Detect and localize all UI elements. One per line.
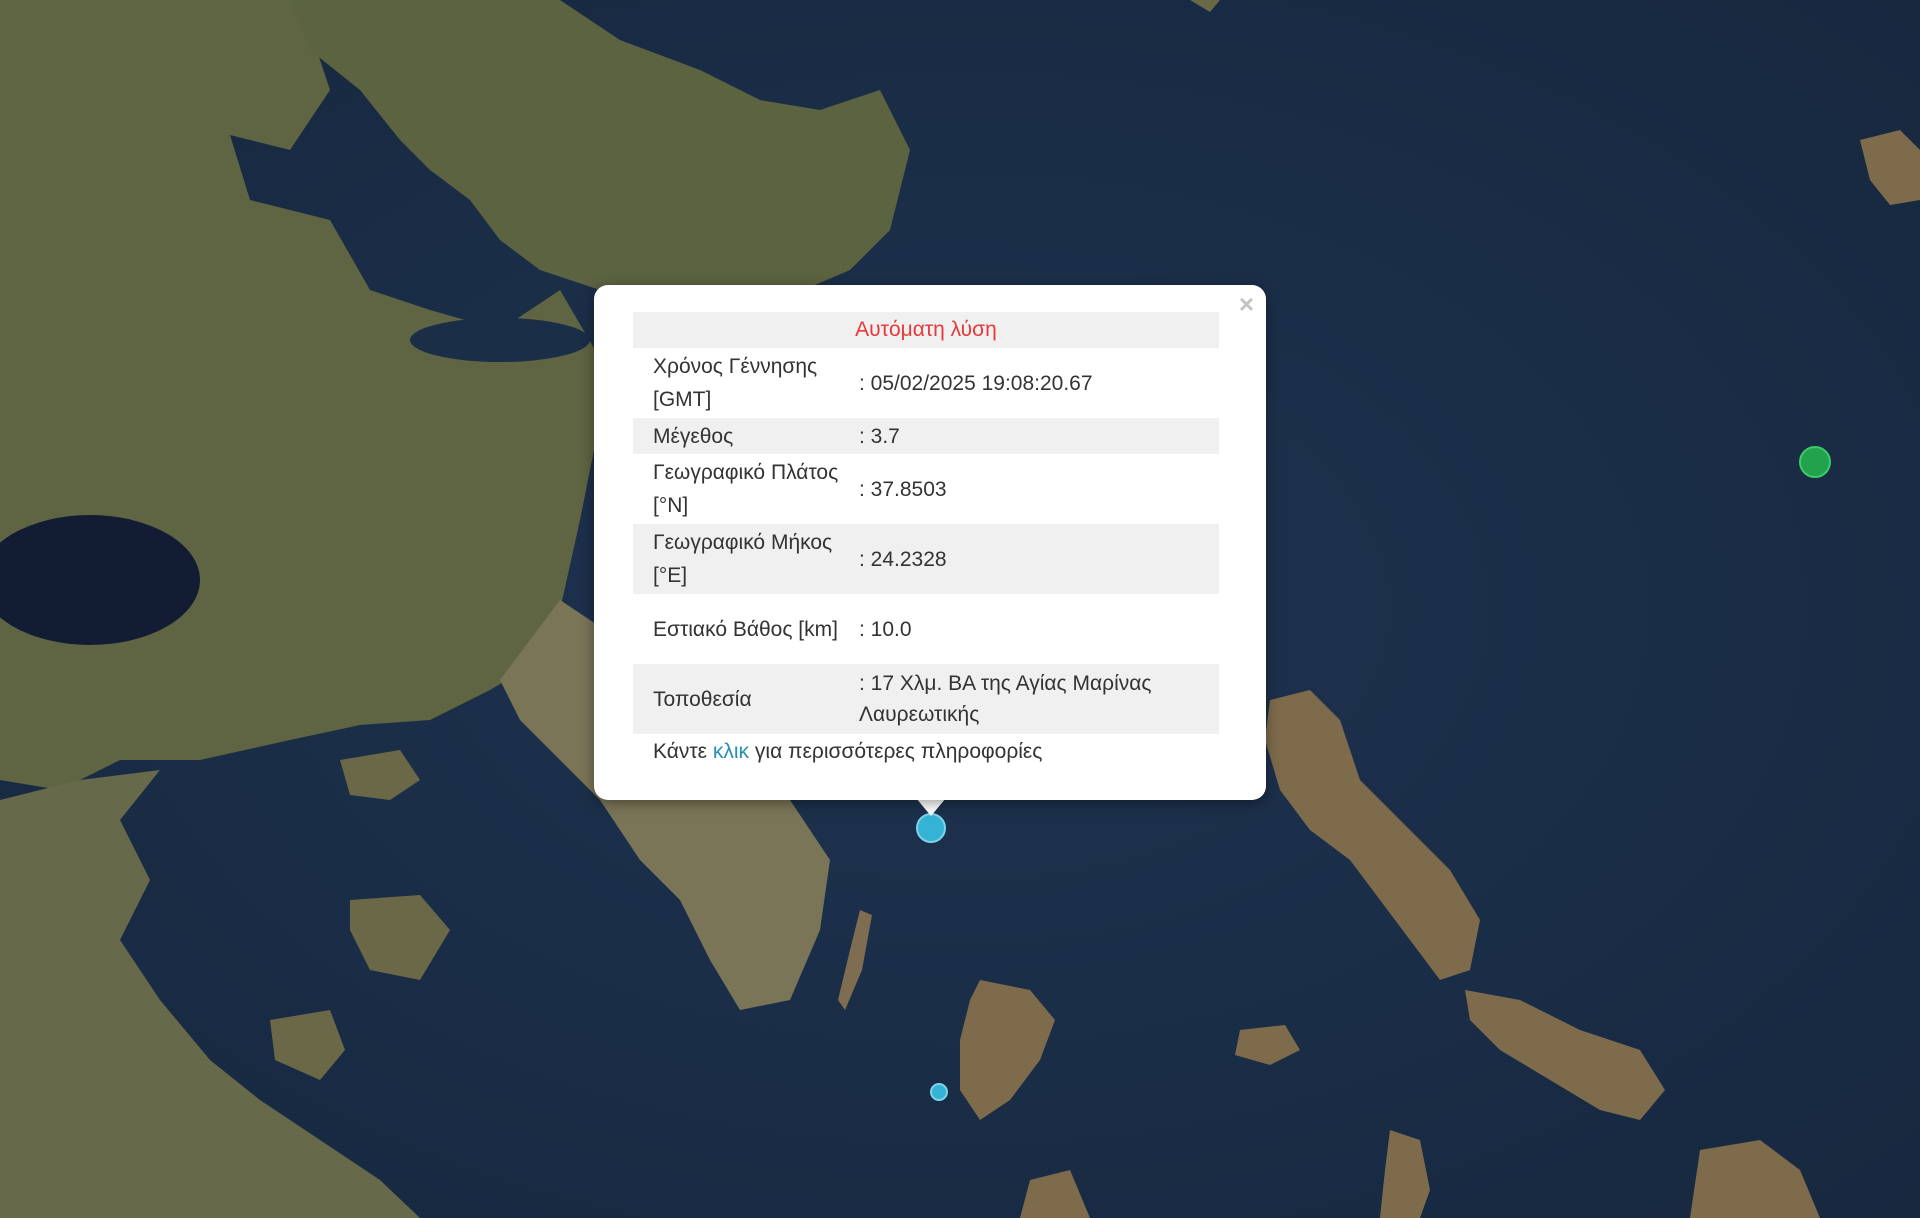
popup-content: Αυτόματη λύση Χρόνος Γέννησης [GMT] : 05… xyxy=(633,312,1219,770)
popup-title: Αυτόματη λύση xyxy=(633,312,1219,348)
info-value: : 05/02/2025 19:08:20.67 xyxy=(859,371,1093,395)
info-value: : 10.0 xyxy=(859,617,912,641)
info-label: Γεωγραφικό Πλάτος [°N] xyxy=(653,461,839,517)
close-icon[interactable]: × xyxy=(1239,291,1254,317)
earthquake-marker-green[interactable] xyxy=(1799,446,1831,478)
info-value: : 3.7 xyxy=(859,424,900,448)
more-info-text: Κάντε κλικ για περισσότερες πληροφορίες xyxy=(633,734,1219,770)
more-info-suffix: για περισσότερες πληροφορίες xyxy=(749,740,1043,763)
info-label: Τοποθεσία xyxy=(653,687,752,711)
info-label: Εστιακό Βάθος [km] xyxy=(653,617,838,641)
gulf-water-2 xyxy=(410,318,590,362)
info-row-longitude: Γεωγραφικό Μήκος [°E] : 24.2328 xyxy=(633,524,1219,594)
popup-tip xyxy=(916,798,946,816)
map-view[interactable]: × Αυτόματη λύση Χρόνος Γέννησης [GMT] : … xyxy=(0,0,1920,1218)
info-row-location: Τοποθεσία : 17 Χλμ. ΒΑ της Αγίας Μαρίνας… xyxy=(633,664,1219,734)
info-label: Χρόνος Γέννησης [GMT] xyxy=(653,355,818,411)
earthquake-marker-small[interactable] xyxy=(930,1083,948,1101)
earthquake-marker-selected[interactable] xyxy=(916,813,946,843)
info-row-latitude: Γεωγραφικό Πλάτος [°N] : 37.8503 xyxy=(633,454,1219,524)
info-value: : 17 Χλμ. ΒΑ της Αγίας Μαρίνας Λαυρεωτικ… xyxy=(859,672,1152,726)
info-value: : 37.8503 xyxy=(859,477,947,501)
info-label: Γεωγραφικό Μήκος [°E] xyxy=(653,531,833,587)
more-info-prefix: Κάντε xyxy=(653,740,713,763)
info-row-origin-time: Χρόνος Γέννησης [GMT] : 05/02/2025 19:08… xyxy=(633,348,1219,418)
info-label: Μέγεθος xyxy=(653,424,734,448)
info-row-magnitude: Μέγεθος : 3.7 xyxy=(633,418,1219,454)
info-value: : 24.2328 xyxy=(859,547,947,571)
earthquake-info-popup: × Αυτόματη λύση Χρόνος Γέννησης [GMT] : … xyxy=(594,285,1266,800)
info-row-depth: Εστιακό Βάθος [km] : 10.0 xyxy=(633,594,1219,664)
more-info-link[interactable]: κλικ xyxy=(713,740,749,763)
